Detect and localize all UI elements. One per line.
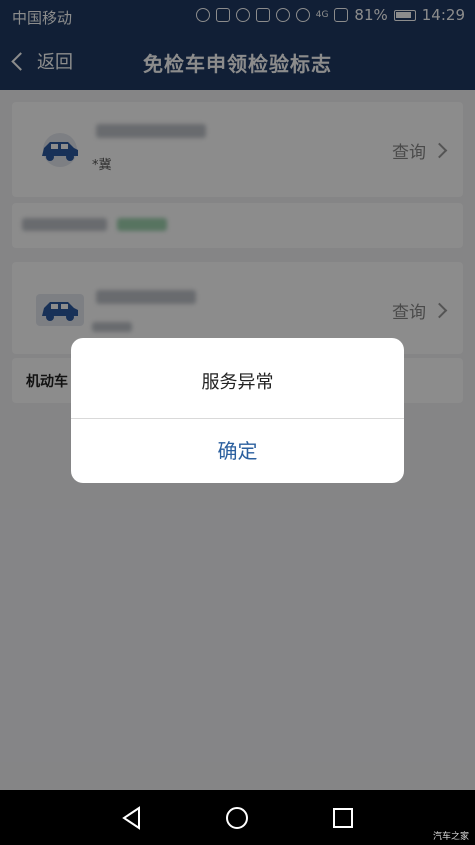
alert-dialog: 服务异常 确定	[71, 338, 404, 483]
home-circle-icon[interactable]	[222, 803, 252, 833]
alert-message: 服务异常	[201, 372, 274, 393]
confirm-button[interactable]: 确定	[71, 419, 404, 483]
recent-apps-icon[interactable]	[328, 803, 358, 833]
watermark: 汽车之家	[432, 832, 469, 842]
system-nav-bar: 汽车之家	[0, 790, 475, 845]
back-triangle-icon[interactable]	[117, 803, 147, 833]
